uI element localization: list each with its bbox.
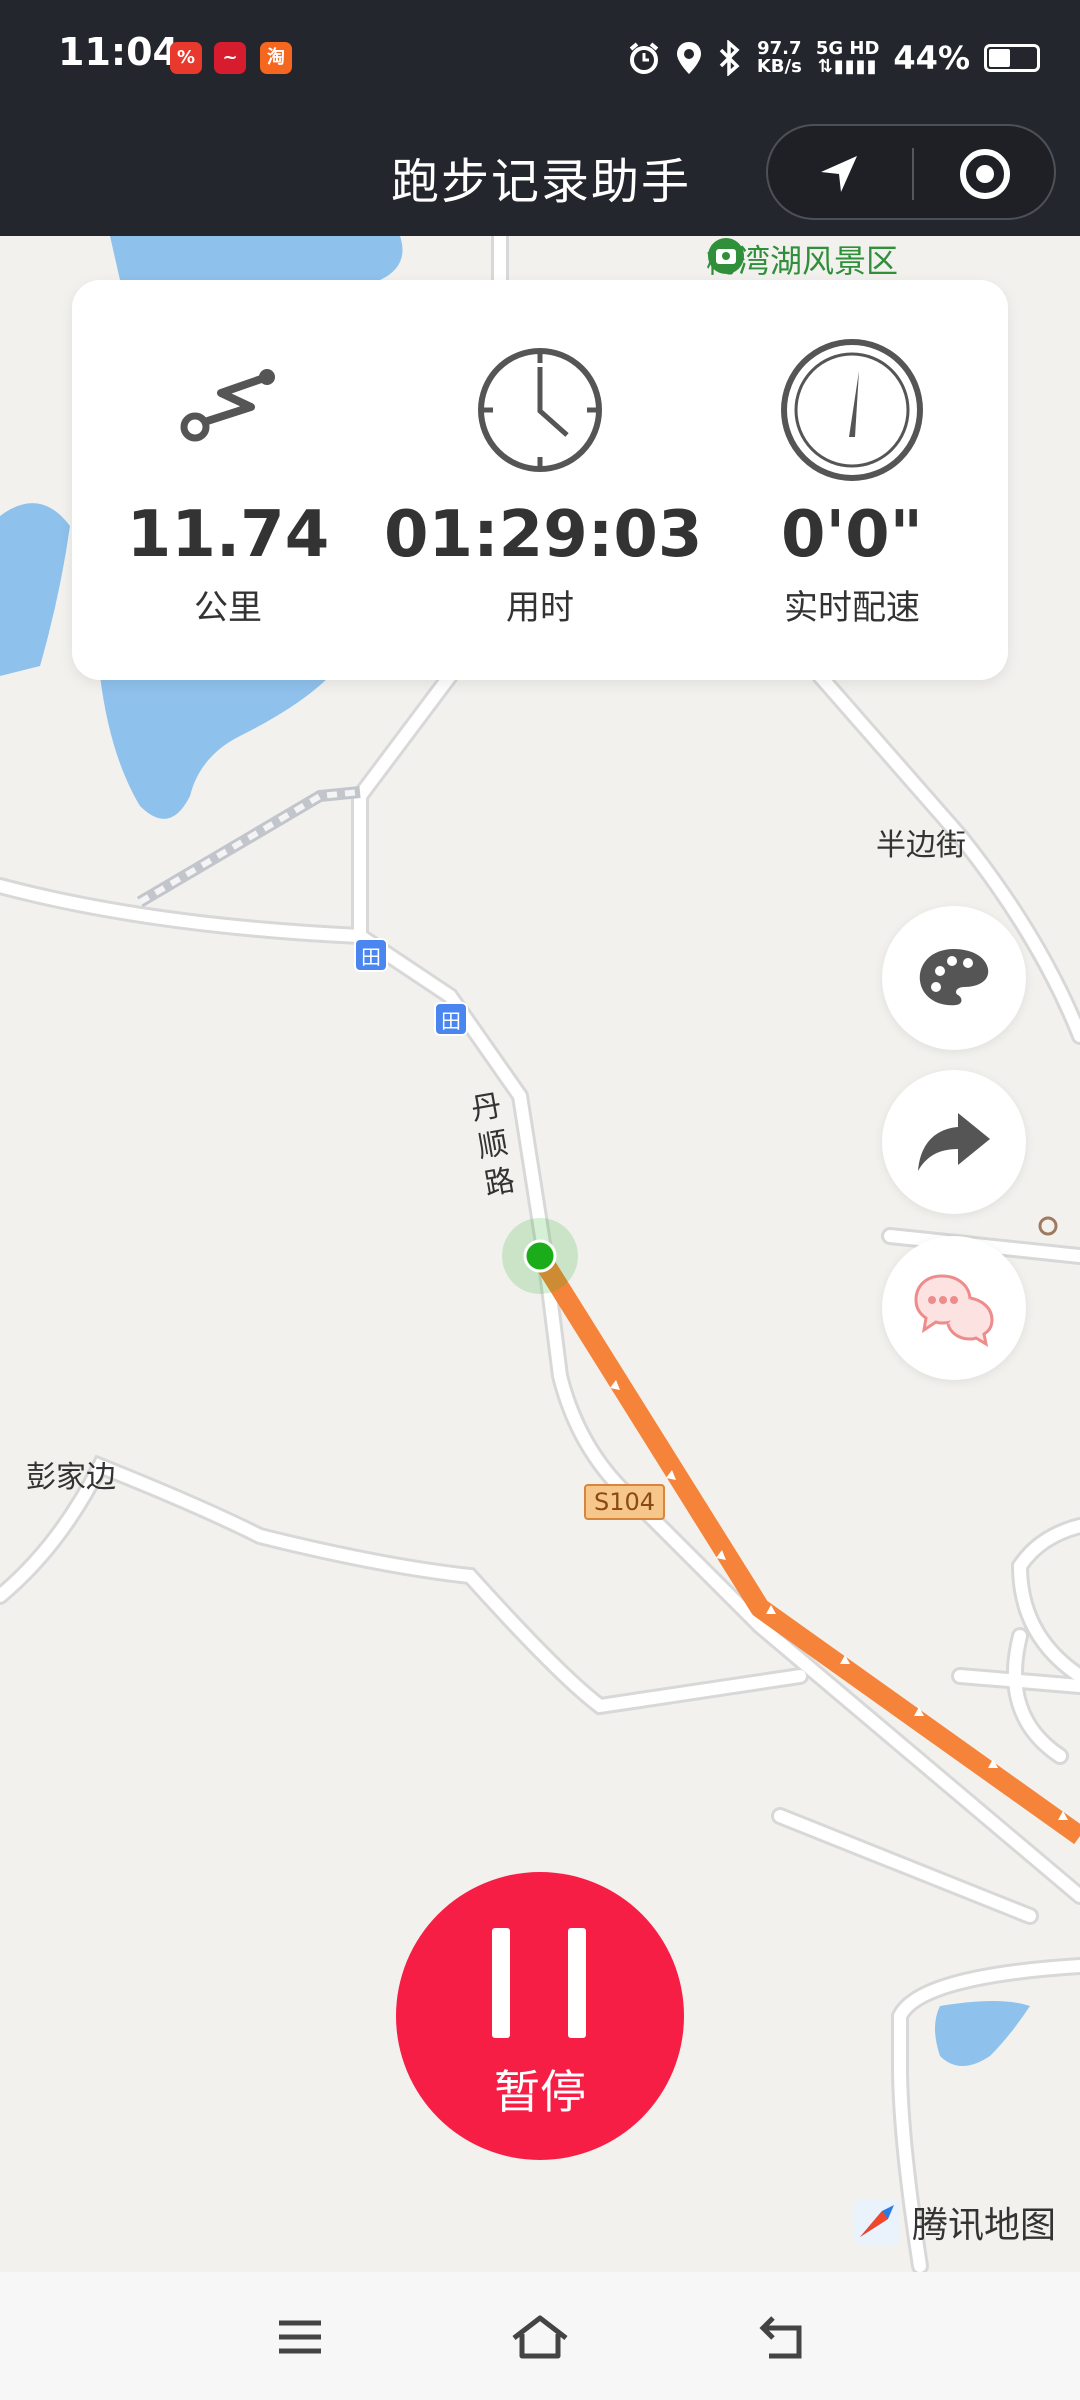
pause-label: 暂停 — [494, 2065, 586, 2119]
signal-indicator: 5G HD ⇅▮▮▮▮ — [815, 38, 880, 77]
distance-stat: 11.74 公里 — [72, 280, 384, 680]
tencent-map-attribution: 腾讯地图 — [852, 2196, 1056, 2248]
home-icon — [512, 2315, 568, 2359]
bluetooth-icon — [719, 40, 740, 76]
app-notification-icon: ~ — [214, 42, 246, 74]
share-arrow-icon — [918, 1113, 990, 1171]
top-bar: 11:04 % ~ 淘 97.7 KB/s 5G HD ⇅▮▮▮▮ 44% 跑步记录… — [0, 0, 1080, 236]
home-button[interactable] — [500, 2302, 580, 2372]
mini-program-capsule — [766, 124, 1056, 220]
navigation-arrow-icon — [821, 156, 857, 192]
menu-icon — [279, 2320, 321, 2354]
run-stats-card: 11.74 公里 01:29:03 用时 0'0" 实时配速 — [72, 280, 1008, 680]
taobao-notification-icon: 淘 — [260, 42, 292, 74]
poi-meiwan-lake[interactable]: 梅湾湖风景区 — [706, 236, 898, 282]
distance-label: 公里 — [194, 588, 262, 628]
pause-button[interactable]: 暂停 — [396, 1872, 684, 2160]
road-badge-s104: S104 — [584, 1484, 666, 1520]
pace-stat: 0'0" 实时配速 — [696, 280, 1008, 680]
battery-percent: 44% — [893, 39, 970, 77]
app-notification-icon: % — [170, 42, 202, 74]
clock-icon — [384, 340, 696, 480]
status-icons: 97.7 KB/s 5G HD ⇅▮▮▮▮ 44% — [627, 34, 1040, 82]
bus-stop-icon[interactable]: 田 — [354, 938, 388, 972]
network-speed: 97.7 KB/s — [756, 38, 802, 77]
camera-icon — [708, 238, 744, 274]
alarm-icon — [629, 42, 659, 74]
back-button[interactable] — [742, 2302, 822, 2372]
duration-value: 01:29:03 — [384, 498, 703, 572]
back-icon — [759, 2316, 802, 2359]
pace-label: 实时配速 — [784, 588, 920, 628]
route-icon — [72, 340, 384, 480]
duration-stat: 01:29:03 用时 — [384, 280, 703, 680]
duration-label: 用时 — [506, 588, 574, 628]
chat-button[interactable] — [882, 1236, 1026, 1380]
palette-icon — [919, 949, 989, 1006]
place-label-banbianjie: 半边街 — [876, 828, 966, 863]
place-label-pengjiabian: 彭家边 — [26, 1460, 116, 1495]
share-button[interactable] — [882, 1070, 1026, 1214]
target-icon — [960, 149, 1010, 199]
battery-icon — [984, 44, 1040, 72]
chat-bubbles-icon — [914, 1274, 994, 1348]
more-button[interactable] — [768, 126, 910, 222]
location-icon — [676, 42, 701, 74]
system-navigation-bar — [0, 2272, 1080, 2400]
pause-bar-left — [492, 1928, 510, 2038]
pause-bar-right — [568, 1928, 586, 2038]
distance-value: 11.74 — [126, 498, 330, 572]
bus-stop-icon[interactable]: 田 — [434, 1002, 468, 1036]
pace-value: 0'0" — [781, 498, 923, 572]
menu-button[interactable] — [260, 2302, 340, 2372]
speedometer-icon — [696, 339, 1008, 481]
status-bar: 11:04 % ~ 淘 97.7 KB/s 5G HD ⇅▮▮▮▮ 44% — [0, 0, 1080, 116]
tencent-map-logo-icon — [854, 2199, 900, 2245]
map-style-button[interactable] — [882, 906, 1026, 1050]
route-direction-arrows — [610, 1380, 1068, 1820]
close-mini-program-button[interactable] — [914, 126, 1056, 222]
status-time: 11:04 — [58, 30, 179, 74]
